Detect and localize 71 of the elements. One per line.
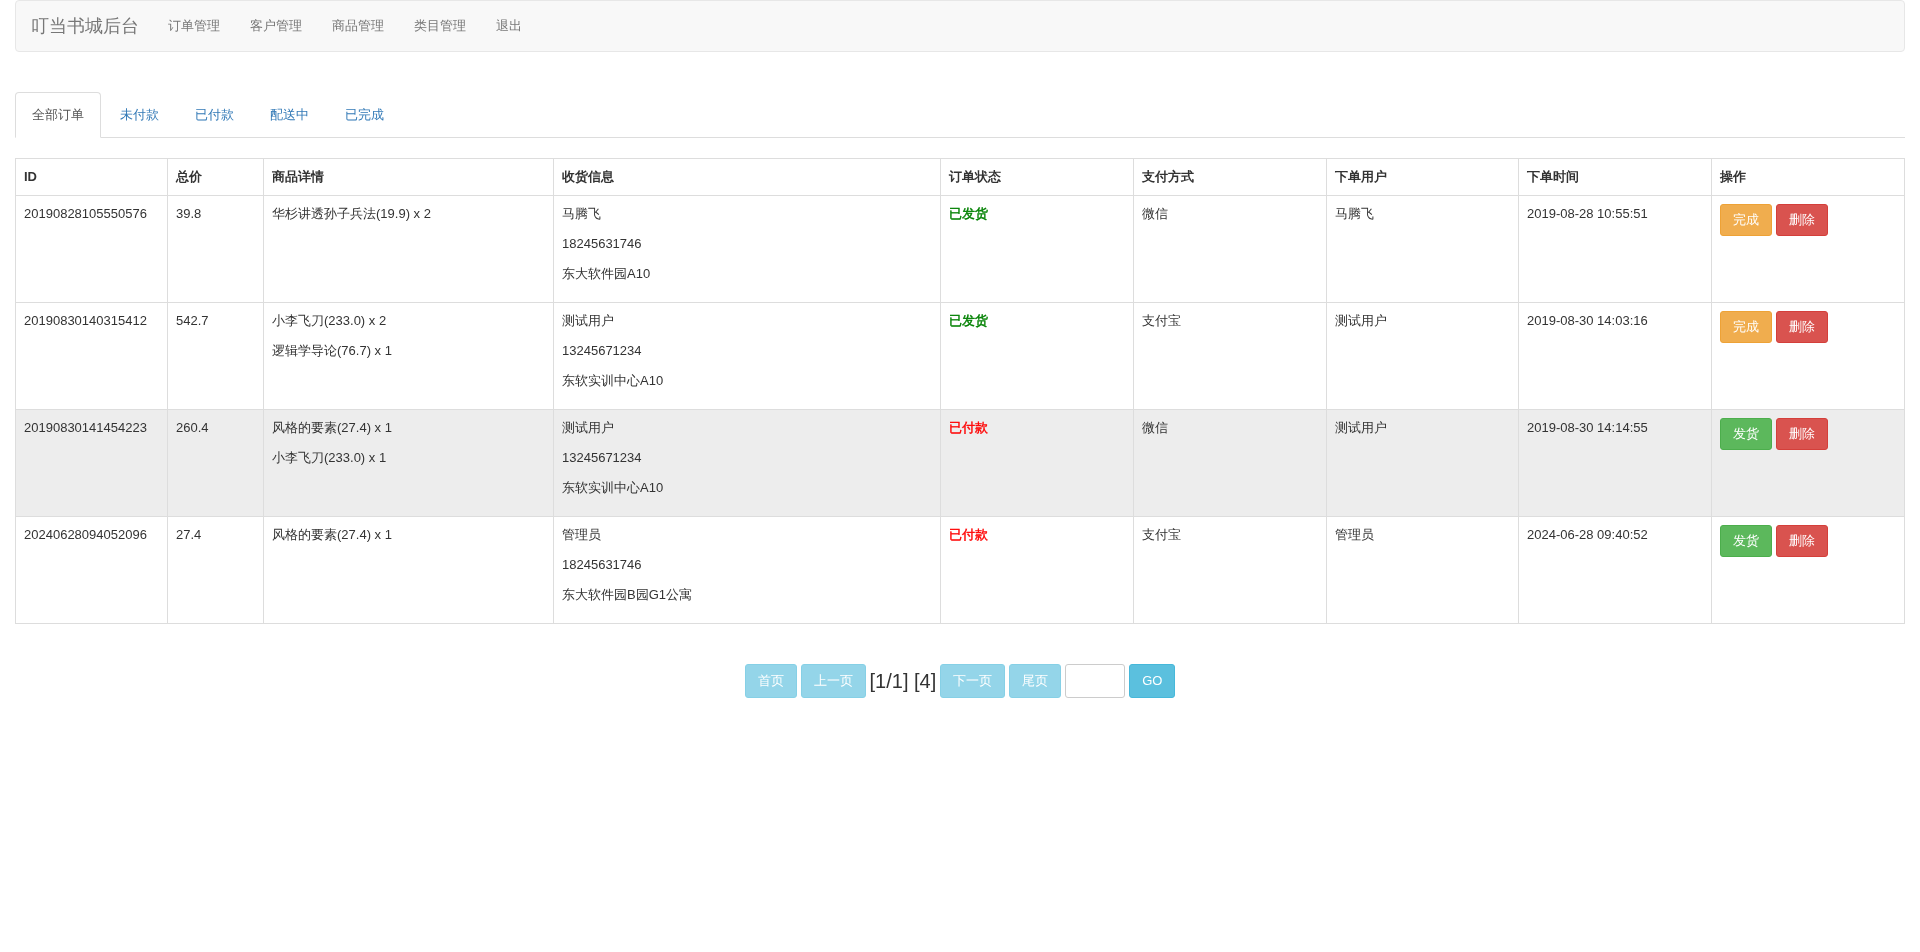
table-cell-text: 东大软件园A10 xyxy=(562,264,652,283)
table-cell-text: 18245631746 xyxy=(562,234,643,253)
nav-link[interactable]: 退出 xyxy=(481,16,537,36)
table-cell: 支付宝 xyxy=(1133,516,1327,623)
table-cell-text: 小李飞刀(233.0) x 2 xyxy=(272,311,388,330)
status-text: 已付款 xyxy=(949,419,988,435)
ship-button[interactable]: 发货 xyxy=(1720,417,1772,450)
tab[interactable]: 已完成 xyxy=(328,92,401,138)
page-info: [1/1] [4] xyxy=(869,668,937,694)
status-text: 已发货 xyxy=(949,312,988,328)
table-cell: 39.8 xyxy=(167,195,264,302)
table-cell: 2019-08-30 14:14:55 xyxy=(1518,409,1712,516)
table-cell-text: 13245671234 xyxy=(562,448,643,467)
brand-title[interactable]: 叮当书城后台 xyxy=(31,12,139,40)
table-cell: 马腾飞 xyxy=(1326,195,1519,302)
column-header: 商品详情 xyxy=(263,158,554,195)
tab[interactable]: 未付款 xyxy=(103,92,176,138)
table-cell: 管理员 xyxy=(1326,516,1519,623)
table-cell: 542.7 xyxy=(167,302,264,409)
status-text: 已付款 xyxy=(949,526,988,542)
column-header: 总价 xyxy=(167,158,264,195)
table-cell-text: 马腾飞 xyxy=(562,204,602,223)
column-header: 操作 xyxy=(1711,158,1905,195)
table-cell-text: 风格的要素(27.4) x 1 xyxy=(272,418,393,437)
delete-button[interactable]: 删除 xyxy=(1776,310,1828,343)
table-cell-text: 13245671234 xyxy=(562,341,643,360)
delete-button[interactable]: 删除 xyxy=(1776,417,1828,450)
table-cell-text: 逻辑学导论(76.7) x 1 xyxy=(272,341,393,360)
column-header: 下单用户 xyxy=(1326,158,1519,195)
page-input-field[interactable] xyxy=(1065,663,1126,698)
table-cell-text: 东大软件园B园G1公寓 xyxy=(562,585,693,604)
go-button[interactable]: GO xyxy=(1129,663,1176,698)
table-cell-text: 管理员 xyxy=(562,525,602,544)
table-cell: 20190830140315412 xyxy=(15,302,168,409)
table-cell: 微信 xyxy=(1133,409,1327,516)
table-cell-text: 华杉讲透孙子兵法(19.9) x 2 xyxy=(272,204,432,223)
table-cell-text: 18245631746 xyxy=(562,555,643,574)
table-cell: 27.4 xyxy=(167,516,264,623)
tab[interactable]: 全部订单 xyxy=(15,92,101,138)
nav-link[interactable]: 订单管理 xyxy=(153,16,235,36)
table-cell: 20240628094052096 xyxy=(15,516,168,623)
delete-button[interactable]: 删除 xyxy=(1776,524,1828,557)
column-header: ID xyxy=(15,158,168,195)
status-text: 已发货 xyxy=(949,205,988,221)
table-cell: 2019-08-30 14:03:16 xyxy=(1518,302,1712,409)
table-cell: 测试用户 xyxy=(1326,302,1519,409)
column-header: 收货信息 xyxy=(553,158,941,195)
column-header: 支付方式 xyxy=(1133,158,1327,195)
table-cell: 20190830141454223 xyxy=(15,409,168,516)
table-cell: 20190828105550576 xyxy=(15,195,168,302)
column-header: 下单时间 xyxy=(1518,158,1712,195)
column-header: 订单状态 xyxy=(940,158,1134,195)
table-cell: 2024-06-28 09:40:52 xyxy=(1518,516,1712,623)
nav-link[interactable]: 类目管理 xyxy=(399,16,481,36)
table-cell: 微信 xyxy=(1133,195,1327,302)
table-cell: 测试用户 xyxy=(1326,409,1519,516)
table-cell: 2019-08-28 10:55:51 xyxy=(1518,195,1712,302)
table-cell-text: 风格的要素(27.4) x 1 xyxy=(272,525,393,544)
tab[interactable]: 已付款 xyxy=(178,92,251,138)
tab[interactable]: 配送中 xyxy=(253,92,326,138)
table-cell-text: 测试用户 xyxy=(562,311,615,330)
nav-link[interactable]: 客户管理 xyxy=(235,16,317,36)
nav-link[interactable]: 商品管理 xyxy=(317,16,399,36)
table-cell-text: 测试用户 xyxy=(562,418,615,437)
table-cell: 260.4 xyxy=(167,409,264,516)
table-cell-text: 小李飞刀(233.0) x 1 xyxy=(272,448,388,467)
table-cell-text: 东软实训中心A10 xyxy=(562,478,665,497)
table-cell: 支付宝 xyxy=(1133,302,1327,409)
ship-button[interactable]: 发货 xyxy=(1720,524,1772,557)
delete-button[interactable]: 删除 xyxy=(1776,203,1828,236)
table-cell-text: 东软实训中心A10 xyxy=(562,371,665,390)
